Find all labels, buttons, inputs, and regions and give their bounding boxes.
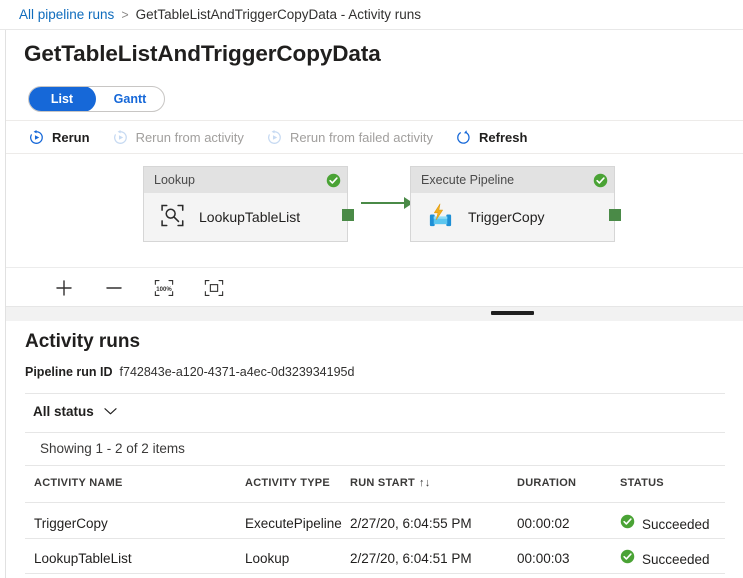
status-filter-label: All status <box>33 404 94 419</box>
toggle-option-list[interactable]: List <box>28 86 96 112</box>
node-name-execute-pipeline: TriggerCopy <box>468 209 545 225</box>
table-row[interactable]: TriggerCopy ExecutePipeline 2/27/20, 6:0… <box>0 514 743 550</box>
cell-activity-type: Lookup <box>245 549 289 569</box>
rerun-from-failed-activity-icon <box>266 129 283 146</box>
activity-node-lookup[interactable]: Lookup <box>143 166 348 242</box>
status-succeeded-icon <box>620 514 635 535</box>
node-type-label-execute-pipeline: Execute Pipeline <box>421 173 514 187</box>
command-bar: Rerun Rerun from activity Rerun from <box>6 120 743 154</box>
toggle-option-gantt[interactable]: Gantt <box>96 86 164 112</box>
pipeline-run-id-value: f742843e-a120-4371-a4ec-0d323934195d <box>120 365 355 379</box>
column-header-run-start-label: RUN START <box>350 477 415 489</box>
activity-runs-page: All pipeline runs > GetTableListAndTrigg… <box>0 0 743 578</box>
zoom-in-button[interactable] <box>51 275 77 301</box>
divider-below-table-header <box>25 502 725 503</box>
showing-count-label: Showing 1 - 2 of 2 items <box>40 441 185 456</box>
pipeline-run-id-row: Pipeline run ID f742843e-a120-4371-a4ec-… <box>25 365 354 379</box>
column-header-status[interactable]: STATUS <box>620 477 664 489</box>
rerun-from-failed-activity-button[interactable]: Rerun from failed activity <box>266 129 433 146</box>
breadcrumb-separator: > <box>121 8 128 22</box>
pipeline-canvas[interactable]: Lookup <box>6 155 743 267</box>
cell-activity-name: LookupTableList <box>34 549 132 569</box>
rerun-from-failed-activity-label: Rerun from failed activity <box>290 130 433 145</box>
cell-duration: 00:00:02 <box>517 514 570 534</box>
node-name-lookup: LookupTableList <box>199 209 300 225</box>
panel-splitter[interactable] <box>6 306 743 321</box>
connector-line <box>361 202 408 204</box>
breadcrumb-current: GetTableListAndTriggerCopyData - Activit… <box>136 7 421 22</box>
fit-to-screen-button[interactable] <box>201 275 227 301</box>
divider-between-rows <box>25 538 725 539</box>
view-mode-toggle[interactable]: List Gantt <box>28 86 165 112</box>
node-body-execute-pipeline: TriggerCopy <box>411 193 614 241</box>
node-output-port-lookup[interactable] <box>342 209 354 221</box>
column-header-activity-type[interactable]: ACTIVITY TYPE <box>245 477 330 489</box>
rerun-from-activity-icon <box>112 129 129 146</box>
execute-pipeline-icon <box>426 202 455 232</box>
page-title: GetTableListAndTriggerCopyData <box>24 41 381 67</box>
lookup-magnifier-icon <box>159 202 186 232</box>
node-header-execute-pipeline: Execute Pipeline <box>411 167 614 193</box>
activity-node-execute-pipeline[interactable]: Execute Pipeline <box>410 166 615 242</box>
zoom-level-text: 100% <box>156 287 172 293</box>
panel-splitter-handle[interactable] <box>491 311 534 315</box>
status-filter-dropdown[interactable]: All status <box>33 404 117 419</box>
column-header-activity-name[interactable]: ACTIVITY NAME <box>34 477 123 489</box>
breadcrumb: All pipeline runs > GetTableListAndTrigg… <box>0 0 743 30</box>
node-status-succeeded-icon-lookup <box>326 173 341 188</box>
node-body-lookup: LookupTableList <box>144 193 347 241</box>
divider-above-table-header <box>25 465 725 466</box>
status-succeeded-icon <box>620 549 635 570</box>
breadcrumb-link-all-pipeline-runs[interactable]: All pipeline runs <box>19 7 114 22</box>
pipeline-run-id-label: Pipeline run ID <box>25 365 113 379</box>
node-header-lookup: Lookup <box>144 167 347 193</box>
cell-status: Succeeded <box>620 514 710 535</box>
refresh-icon <box>455 129 472 146</box>
rerun-icon <box>28 129 45 146</box>
node-status-succeeded-icon-execute-pipeline <box>593 173 608 188</box>
canvas-zoom-toolbar: 100% <box>6 267 743 307</box>
rerun-from-activity-button[interactable]: Rerun from activity <box>112 129 244 146</box>
cell-run-start: 2/27/20, 6:04:55 PM <box>350 514 472 534</box>
cell-status: Succeeded <box>620 549 710 570</box>
divider-below-last-row <box>25 573 725 574</box>
cell-activity-name: TriggerCopy <box>34 514 108 534</box>
column-header-run-start[interactable]: RUN START ↑↓ <box>350 477 430 489</box>
chevron-down-icon <box>104 404 117 419</box>
rerun-button[interactable]: Rerun <box>28 129 90 146</box>
divider-above-status-filter <box>25 393 725 394</box>
cell-run-start: 2/27/20, 6:04:51 PM <box>350 549 472 569</box>
status-badge: Succeeded <box>642 550 710 570</box>
rerun-label: Rerun <box>52 130 90 145</box>
zoom-level-reset-button[interactable]: 100% <box>151 275 177 301</box>
activity-runs-table-header: ACTIVITY NAME ACTIVITY TYPE RUN START↑↓ … <box>0 477 743 493</box>
refresh-label: Refresh <box>479 130 527 145</box>
sort-arrows-icon[interactable]: ↑↓ <box>419 477 431 489</box>
cell-activity-type: ExecutePipeline <box>245 514 342 534</box>
rerun-from-activity-label: Rerun from activity <box>136 130 244 145</box>
divider-above-showing <box>25 432 725 433</box>
node-output-port-execute-pipeline[interactable] <box>609 209 621 221</box>
activity-runs-title: Activity runs <box>25 331 140 353</box>
cell-duration: 00:00:03 <box>517 549 570 569</box>
column-header-duration[interactable]: DURATION <box>517 477 576 489</box>
status-badge: Succeeded <box>642 515 710 535</box>
refresh-button[interactable]: Refresh <box>455 129 527 146</box>
node-type-label-lookup: Lookup <box>154 173 195 187</box>
zoom-out-button[interactable] <box>101 275 127 301</box>
